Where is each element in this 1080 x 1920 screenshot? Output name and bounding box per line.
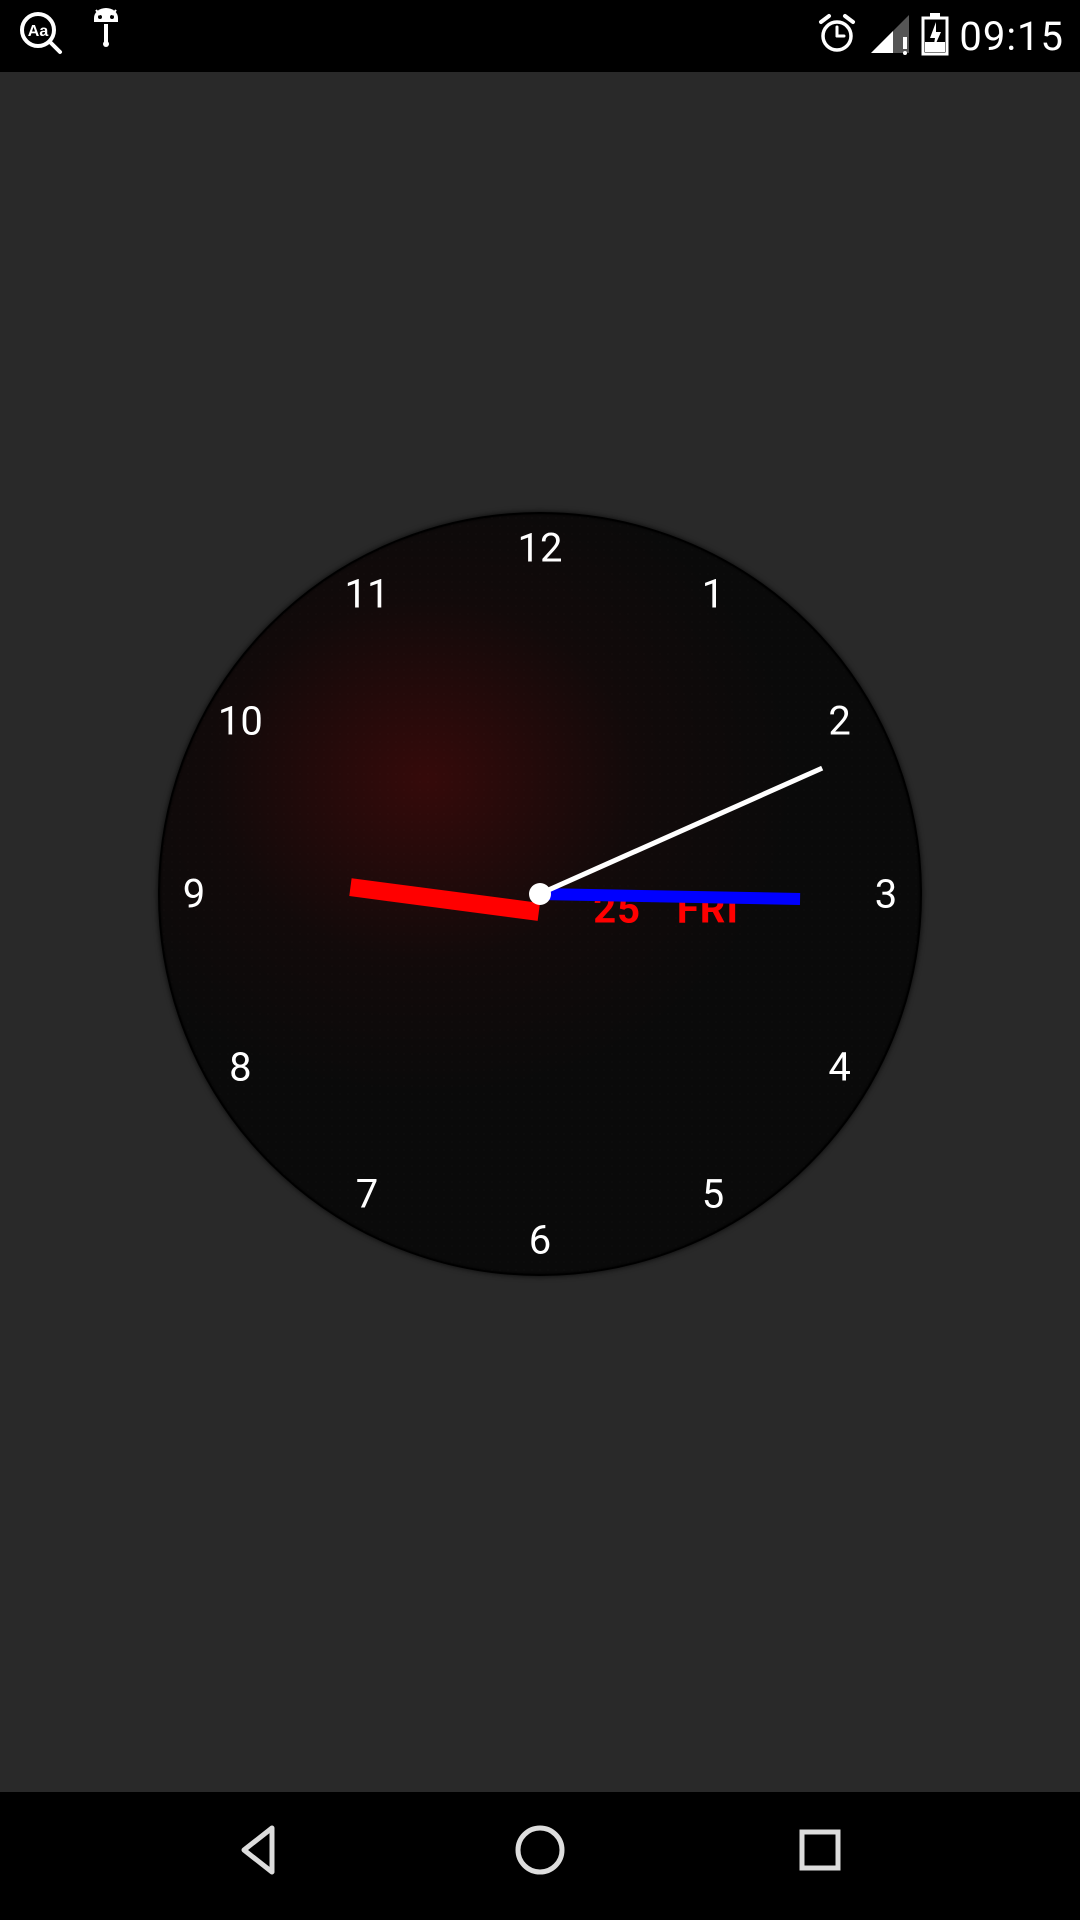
- home-button[interactable]: [508, 1818, 572, 1882]
- status-bar-clock: 09:15: [959, 13, 1064, 60]
- clock-numeral: 2: [828, 698, 850, 745]
- clock-numeral: 4: [828, 1044, 850, 1091]
- clock-numeral: 6: [529, 1217, 551, 1264]
- recents-button[interactable]: [788, 1818, 852, 1882]
- clock-numeral: 11: [345, 571, 390, 618]
- clock-numeral: 9: [183, 871, 205, 918]
- nav-bar-spacer: [0, 1752, 1080, 1792]
- clock-numeral: 12: [518, 525, 563, 572]
- svg-text:Aa: Aa: [28, 23, 49, 40]
- battery-charging-icon: [921, 12, 949, 60]
- clock-numeral: 8: [229, 1044, 251, 1091]
- aa-search-icon: Aa: [16, 8, 64, 60]
- status-bar-left: Aa: [16, 8, 126, 60]
- android-debug-icon: [86, 8, 126, 60]
- clock-pivot: [529, 883, 551, 905]
- hour-hand: [349, 878, 540, 921]
- back-button[interactable]: [228, 1818, 292, 1882]
- content-area: 121234567891011 25 FRI: [0, 72, 1080, 1776]
- nav-buttons-row: [0, 1800, 1080, 1900]
- minute-hand: [540, 888, 800, 905]
- status-bar-right: 09:15: [805, 0, 1064, 72]
- status-bar: Aa: [0, 0, 1080, 72]
- clock-numeral: 3: [875, 871, 897, 918]
- clock-face: 121234567891011 25 FRI: [158, 512, 922, 1276]
- alarm-icon: [815, 12, 859, 60]
- analog-clock-widget[interactable]: 121234567891011 25 FRI: [158, 512, 922, 1276]
- navigation-bar: [0, 1752, 1080, 1920]
- clock-numeral: 7: [356, 1170, 378, 1217]
- signal-icon: [869, 13, 911, 59]
- clock-numeral: 5: [702, 1170, 724, 1217]
- clock-numeral: 10: [218, 698, 263, 745]
- second-hand: [538, 766, 823, 897]
- clock-numeral: 1: [702, 571, 724, 618]
